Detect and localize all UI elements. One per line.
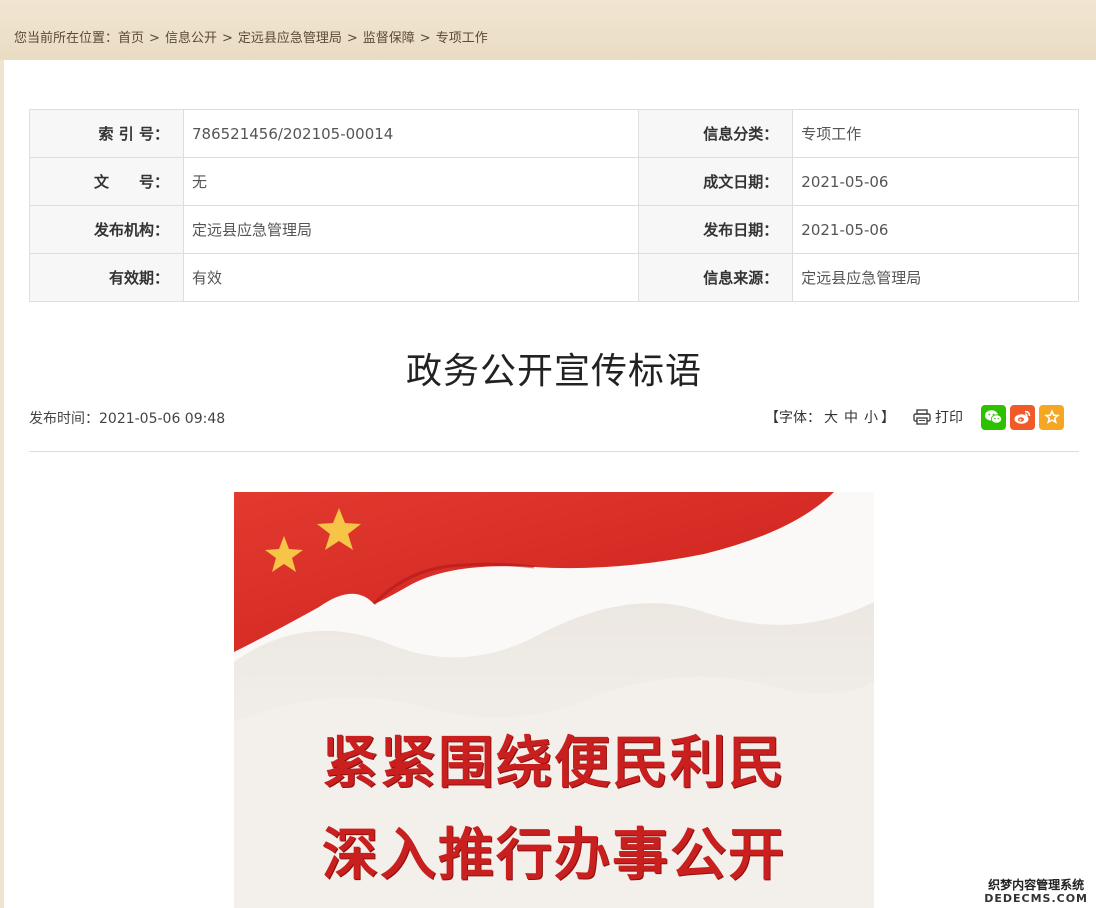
meta-key-source: 信息来源：	[638, 253, 794, 302]
poster-slogan-line1: 紧紧围绕便民利民	[322, 731, 786, 796]
watermark-line1: 织梦内容管理系统	[988, 878, 1085, 892]
meta-key-index: 索 引 号：	[29, 109, 184, 158]
font-large-button[interactable]: 大	[824, 410, 838, 426]
printer-icon	[913, 409, 931, 425]
watermark-line2: DEDECMS.COM	[984, 892, 1088, 905]
main-content: 索 引 号： 786521456/202105-00014 信息分类： 专项工作…	[4, 60, 1096, 908]
wechat-icon[interactable]	[981, 404, 1006, 430]
meta-value-written-date: 2021-05-06	[792, 157, 1079, 206]
breadcrumb-separator: >	[149, 31, 160, 46]
article-tools: 【字体：大中小】 打印	[765, 404, 1064, 430]
meta-value-publish-date: 2021-05-06	[792, 205, 1079, 254]
breadcrumb: 您当前所在位置：首页 > 信息公开 > 定远县应急管理局 > 监督保障 > 专项工作	[14, 27, 488, 46]
font-small-button[interactable]: 小	[864, 410, 878, 426]
publish-time: 发布时间：2021-05-06 09:48	[29, 411, 226, 427]
breadcrumb-info-open[interactable]: 信息公开	[165, 31, 217, 46]
breadcrumb-separator: >	[221, 31, 233, 46]
meta-key-publisher: 发布机构：	[29, 205, 184, 254]
meta-key-validity: 有效期：	[29, 253, 184, 302]
table-row: 索 引 号： 786521456/202105-00014 信息分类： 专项工作	[29, 109, 1079, 158]
poster-slogan-line2: 深入推行办事公开	[322, 823, 786, 888]
favorite-icon[interactable]	[1039, 404, 1064, 430]
breadcrumb-special-work[interactable]: 专项工作	[436, 31, 488, 46]
font-medium-button[interactable]: 中	[844, 410, 858, 426]
metadata-table: 索 引 号： 786521456/202105-00014 信息分类： 专项工作…	[29, 109, 1079, 302]
breadcrumb-separator: >	[419, 31, 431, 46]
breadcrumb-emergency-bureau[interactable]: 定远县应急管理局	[238, 31, 342, 46]
font-size-selector: 【字体：大中小】	[765, 407, 895, 427]
table-row: 有效期： 有效 信息来源： 定远县应急管理局	[29, 253, 1079, 302]
meta-value-source: 定远县应急管理局	[792, 253, 1079, 302]
meta-value-category: 专项工作	[792, 109, 1079, 158]
meta-key-doc-number: 文 号：	[29, 157, 184, 206]
weibo-icon[interactable]	[1010, 404, 1035, 430]
meta-value-publisher: 定远县应急管理局	[182, 205, 640, 254]
table-row: 发布机构： 定远县应急管理局 发布日期： 2021-05-06	[29, 205, 1079, 254]
breadcrumb-home[interactable]: 首页	[118, 31, 144, 46]
font-label-close: 】	[881, 410, 895, 426]
watermark: 织梦内容管理系统 DEDECMS.COM	[984, 878, 1088, 906]
breadcrumb-supervision[interactable]: 监督保障	[363, 31, 415, 46]
meta-value-validity: 有效	[182, 253, 640, 302]
breadcrumb-prefix: 您当前所在位置：	[14, 31, 119, 46]
table-row: 文 号： 无 成文日期： 2021-05-06	[29, 157, 1079, 206]
share-buttons	[977, 404, 1064, 430]
meta-value-doc-number: 无	[182, 157, 640, 206]
content-divider	[29, 451, 1079, 452]
meta-key-publish-date: 发布日期：	[638, 205, 794, 254]
breadcrumb-separator: >	[346, 31, 358, 46]
meta-key-written-date: 成文日期：	[638, 157, 794, 206]
article-title: 政务公开宣传标语	[405, 351, 702, 392]
print-label: 打印	[935, 410, 963, 426]
top-banner: 您当前所在位置：首页 > 信息公开 > 定远县应急管理局 > 监督保障 > 专项工作	[0, 0, 1096, 60]
font-label: 【字体：	[765, 410, 821, 426]
meta-value-index: 786521456/202105-00014	[182, 109, 640, 158]
poster-image: 紧紧围绕便民利民 深入推行办事公开	[234, 492, 874, 908]
print-button[interactable]: 打印	[913, 407, 963, 427]
meta-key-category: 信息分类：	[638, 109, 794, 158]
